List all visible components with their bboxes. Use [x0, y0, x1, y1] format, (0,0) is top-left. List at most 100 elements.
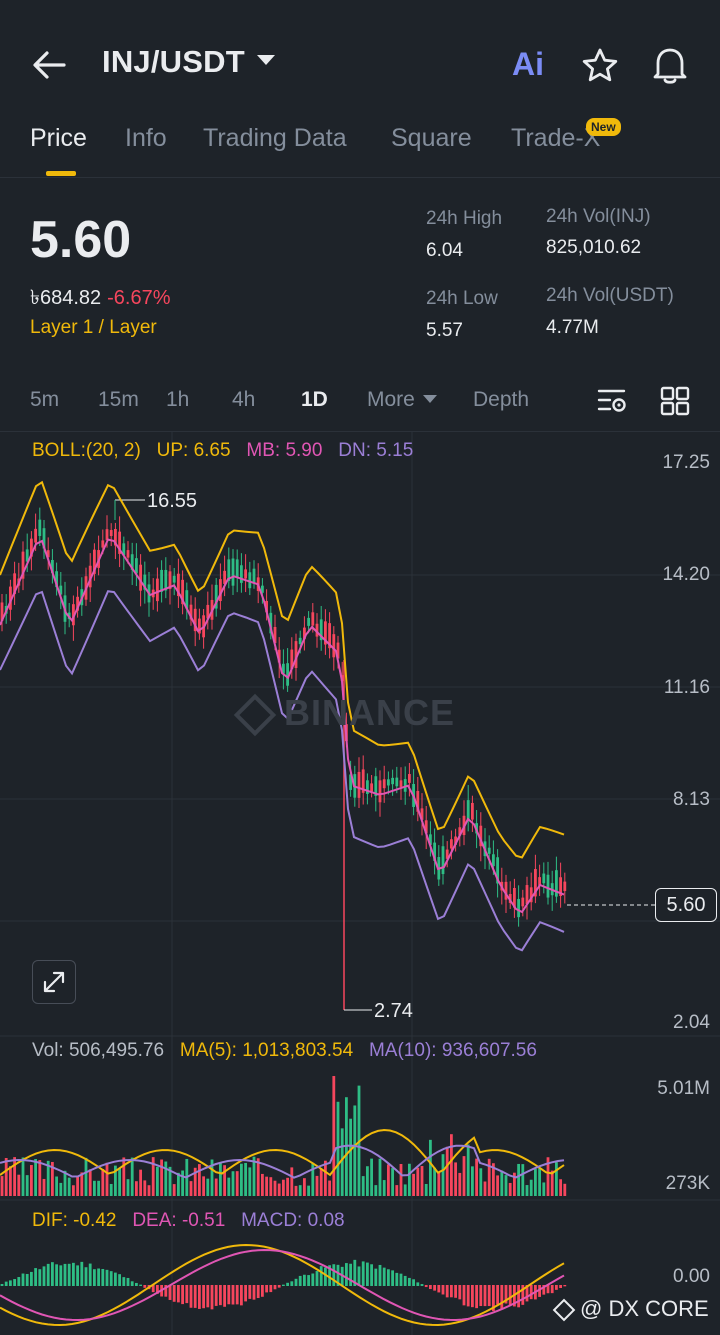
interval-15m[interactable]: 15m: [98, 388, 139, 412]
volume-bar: [156, 1166, 159, 1196]
volume-bar: [319, 1169, 323, 1196]
macd-bar: [248, 1285, 252, 1299]
macd-bar: [67, 1263, 71, 1286]
volume-bar: [101, 1168, 105, 1196]
volume-legend[interactable]: Vol: 506,495.76 MA(5): 1,013,803.54 MA(1…: [32, 1040, 537, 1062]
candle-body: [542, 873, 546, 884]
macd-bar: [256, 1285, 260, 1299]
volume-bar: [139, 1169, 142, 1196]
volume-bar: [273, 1180, 277, 1196]
candle-body: [546, 874, 550, 898]
vol-ma5: MA(5): 1,013,803.54: [179, 1040, 354, 1061]
ai-button[interactable]: Ai: [512, 46, 544, 83]
candlestick-chart[interactable]: [0, 432, 720, 1335]
volume-bar: [420, 1166, 424, 1196]
candle-body: [231, 558, 235, 586]
change-percent: -6.67%: [107, 287, 171, 309]
volume-bar: [248, 1167, 252, 1196]
volume-bar: [130, 1157, 134, 1196]
macd-bar: [529, 1285, 533, 1300]
volume-bar: [126, 1179, 130, 1196]
volume-bar: [336, 1101, 340, 1196]
volume-bar: [181, 1170, 184, 1196]
volume-bar: [277, 1183, 281, 1196]
interval-4h[interactable]: 4h: [232, 388, 255, 412]
candle-body: [332, 634, 336, 658]
macd-bar: [374, 1268, 378, 1286]
tab-square[interactable]: Square: [391, 124, 472, 153]
price-axis-label: 14.20: [662, 564, 710, 585]
boll-legend[interactable]: BOLL:(20, 2) UP: 6.65 MB: 5.90 DN: 5.15: [32, 440, 413, 462]
tab-info[interactable]: Info: [125, 124, 167, 153]
candle-body: [382, 779, 386, 789]
volume-bar: [105, 1162, 109, 1196]
expand-chart-button[interactable]: [32, 960, 76, 1004]
candle-body: [525, 885, 529, 905]
volume-bar: [454, 1162, 457, 1196]
vol-ma10: MA(10): 936,607.56: [368, 1040, 537, 1061]
volume-bar: [395, 1185, 399, 1196]
volume-bar: [559, 1179, 562, 1196]
new-badge: New: [586, 118, 621, 136]
candle-body: [244, 569, 247, 579]
macd-bar: [412, 1279, 415, 1286]
star-icon[interactable]: [580, 46, 620, 86]
macd-bar: [370, 1264, 373, 1286]
macd-bar: [59, 1265, 63, 1286]
macd-bar: [555, 1285, 558, 1290]
macd-bar: [303, 1274, 306, 1286]
volume-bar: [391, 1168, 394, 1196]
low-value: 5.57: [426, 320, 463, 341]
interval-1h[interactable]: 1h: [166, 388, 189, 412]
price-axis-label: 17.25: [662, 452, 710, 473]
macd-bar: [269, 1285, 273, 1293]
tab-trading-data[interactable]: Trading Data: [203, 124, 347, 153]
macd-bar: [227, 1285, 231, 1305]
volume-bar: [38, 1160, 42, 1196]
macd-bar: [214, 1285, 218, 1306]
interval-5m[interactable]: 5m: [30, 388, 59, 412]
interval-1d[interactable]: 1D: [301, 388, 328, 412]
pair-selector[interactable]: INJ/USDT: [102, 44, 275, 80]
candle-body: [109, 530, 113, 537]
volume-bar: [147, 1185, 151, 1196]
volume-bar: [466, 1144, 470, 1196]
volume-bar: [378, 1158, 382, 1196]
category-tag[interactable]: Layer 1 / Layer: [30, 317, 157, 339]
volume-bar: [382, 1180, 386, 1196]
back-arrow-icon[interactable]: [30, 48, 68, 82]
macd-bar: [244, 1285, 247, 1302]
macd-bar: [508, 1285, 512, 1306]
macd-bar: [458, 1285, 462, 1300]
bell-icon[interactable]: [650, 44, 690, 86]
volume-bar: [244, 1162, 247, 1196]
macd-bar: [265, 1285, 268, 1293]
volume-bar: [214, 1178, 218, 1196]
interval-depth[interactable]: Depth: [473, 388, 529, 412]
macd-legend[interactable]: DIF: -0.42 DEA: -0.51 MACD: 0.08: [32, 1210, 345, 1232]
macd-bar: [437, 1285, 441, 1293]
volume-bar: [315, 1175, 319, 1196]
candle-body: [38, 519, 42, 536]
volume-bar: [361, 1176, 365, 1196]
boll-label: BOLL:(20, 2): [32, 440, 141, 461]
high-label: 24h High: [426, 208, 503, 229]
macd-bar: [454, 1285, 457, 1298]
low-annotation: 2.74: [374, 1000, 413, 1022]
macd-bar: [298, 1275, 302, 1286]
macd-bar: [185, 1285, 189, 1304]
candle-body: [399, 780, 403, 787]
macd-bar: [382, 1267, 386, 1286]
current-price-tag: 5.60: [655, 888, 717, 922]
macd-bar: [135, 1282, 138, 1286]
interval-more[interactable]: More: [367, 388, 437, 412]
volume-bar: [143, 1180, 147, 1196]
grid-layout-icon[interactable]: [660, 386, 690, 416]
macd-bar: [416, 1282, 420, 1286]
volume-bar: [9, 1166, 12, 1196]
macd-bar: [307, 1275, 310, 1286]
macd-bar: [429, 1285, 432, 1290]
tab-price[interactable]: Price: [30, 124, 87, 153]
indicator-settings-icon[interactable]: [596, 386, 630, 416]
volume-bar: [487, 1158, 491, 1196]
